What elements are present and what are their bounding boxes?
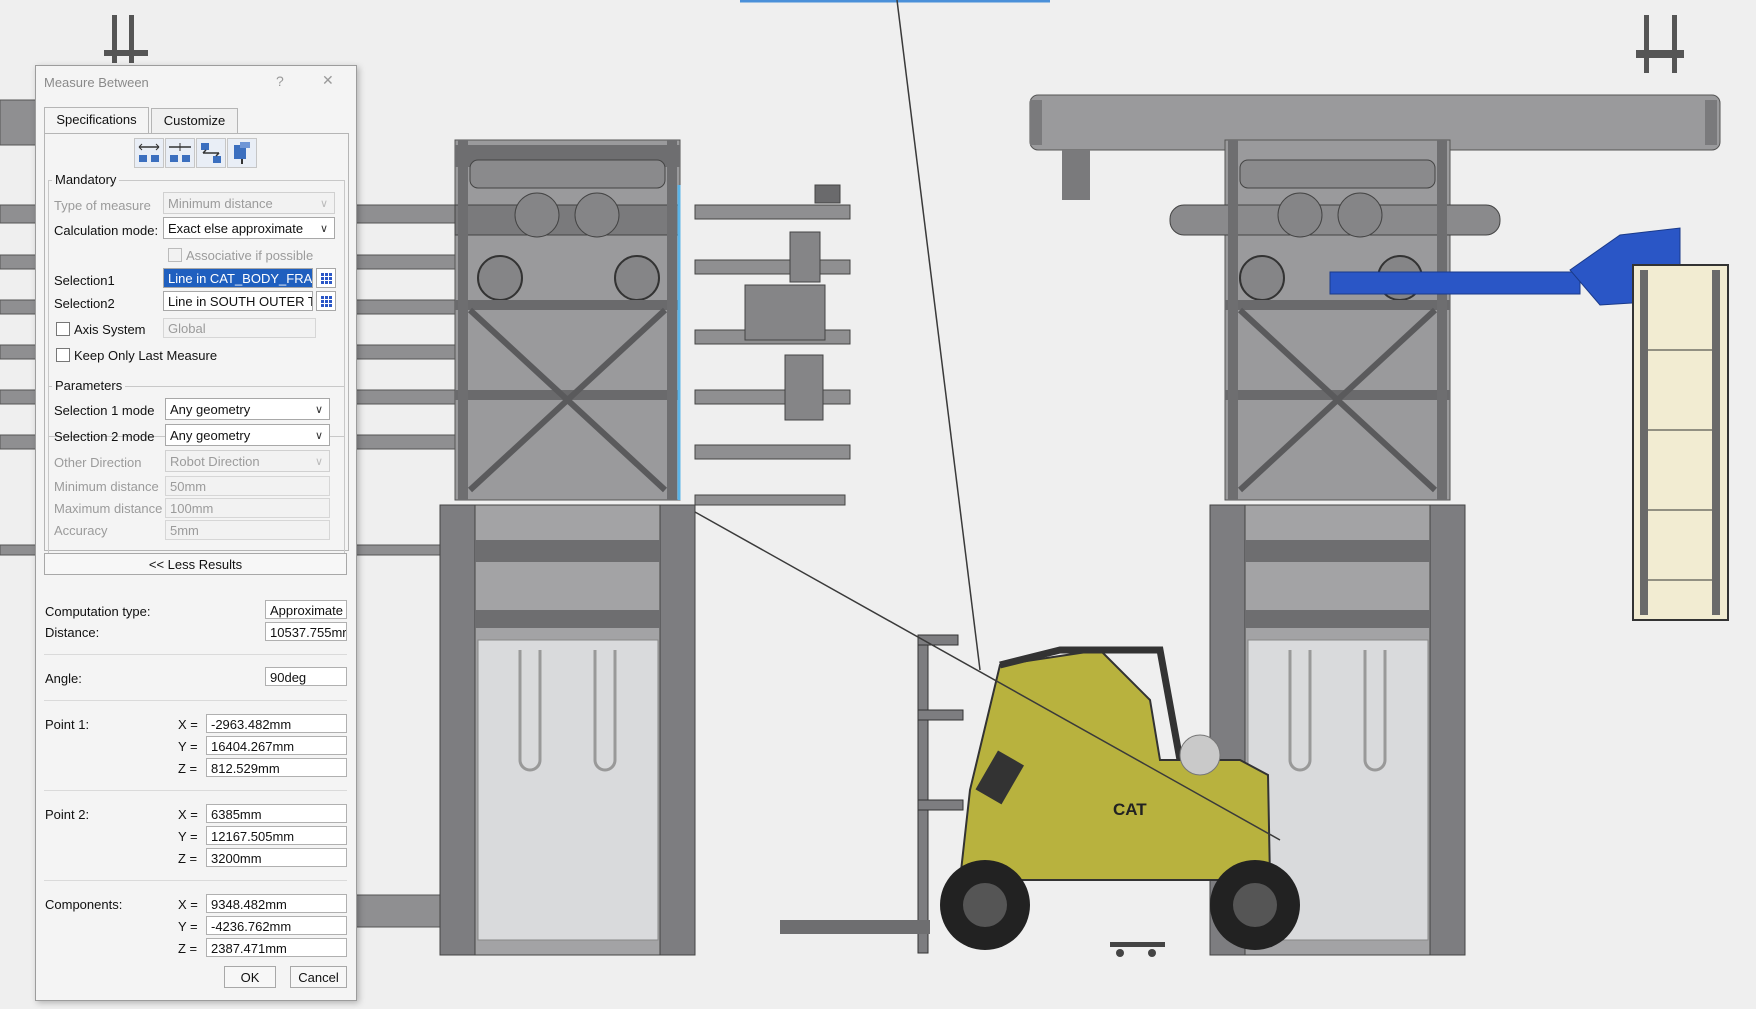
- calculation-mode-value: Exact else approximate: [168, 221, 304, 236]
- axis-system-field[interactable]: Global: [163, 318, 316, 338]
- left-tower: [439, 139, 696, 956]
- maximum-distance-field[interactable]: 100mm: [165, 498, 330, 518]
- angle-label: Angle:: [45, 671, 82, 686]
- close-button[interactable]: ✕: [322, 72, 334, 89]
- forklift-badge: CAT: [1113, 800, 1147, 819]
- chevron-down-icon: ∨: [314, 404, 323, 416]
- point2-z-label: Z =: [178, 851, 198, 866]
- selection1-label: Selection1: [54, 273, 115, 288]
- components-y-label: Y =: [178, 919, 198, 934]
- selection1-mode-label: Selection 1 mode: [54, 403, 155, 418]
- distance-value: 10537.755mr: [265, 622, 347, 641]
- type-of-measure-select[interactable]: Minimum distance ∨: [163, 192, 335, 214]
- selection2-mode-label: Selection 2 mode: [54, 429, 155, 444]
- chevron-down-icon: ∨: [319, 198, 328, 210]
- components-x-label: X =: [178, 897, 198, 912]
- keep-last-measure-checkbox[interactable]: [56, 348, 70, 362]
- point1-z-value: 812.529mm: [206, 758, 347, 777]
- selection1-mode-select[interactable]: Any geometry ∨: [165, 398, 330, 420]
- separator: [44, 790, 347, 791]
- axis-system-checkbox[interactable]: [56, 322, 70, 336]
- axis-system-label: Axis System: [74, 322, 146, 337]
- less-results-button[interactable]: << Less Results: [44, 553, 347, 575]
- accuracy-field[interactable]: 5mm: [165, 520, 330, 540]
- other-direction-select[interactable]: Robot Direction ∨: [165, 450, 330, 472]
- computation-type-label: Computation type:: [45, 604, 151, 619]
- chevron-down-icon: ∨: [314, 430, 323, 442]
- other-direction-label: Other Direction: [54, 455, 142, 470]
- tab-customize[interactable]: Customize: [151, 108, 238, 133]
- separator: [44, 654, 347, 655]
- selection2-mode-value: Any geometry: [170, 428, 251, 443]
- point2-x-label: X =: [178, 807, 198, 822]
- cancel-button[interactable]: Cancel: [290, 966, 347, 988]
- point2-label: Point 2:: [45, 807, 90, 822]
- chevron-down-icon: ∨: [319, 223, 328, 235]
- measure-between-icon[interactable]: [134, 138, 164, 168]
- point1-z-label: Z =: [178, 761, 198, 776]
- measure-item-icon[interactable]: [227, 138, 257, 168]
- help-button[interactable]: ?: [276, 73, 284, 89]
- components-y-value: -4236.762mm: [206, 916, 347, 935]
- minimum-distance-field[interactable]: 50mm: [165, 476, 330, 496]
- point1-y-value: 16404.267mm: [206, 736, 347, 755]
- components-z-value: 2387.471mm: [206, 938, 347, 957]
- point1-x-label: X =: [178, 717, 198, 732]
- selection1-picker-button[interactable]: [316, 268, 336, 288]
- point1-label: Point 1:: [45, 717, 90, 732]
- point2-z-value: 3200mm: [206, 848, 347, 867]
- angle-value: 90deg: [265, 667, 347, 686]
- components-z-label: Z =: [178, 941, 198, 956]
- ok-button[interactable]: OK: [224, 966, 276, 988]
- point2-y-value: 12167.505mm: [206, 826, 347, 845]
- selection2-picker-button[interactable]: [316, 291, 336, 311]
- maximum-distance-label: Maximum distance: [54, 501, 163, 516]
- measure-between-dialog: Measure Between ? ✕ Specifications Custo…: [35, 65, 357, 1001]
- distance-label: Distance:: [45, 625, 100, 640]
- keep-last-measure-label: Keep Only Last Measure: [74, 348, 218, 363]
- separator: [44, 700, 347, 701]
- components-label: Components:: [45, 897, 123, 912]
- point1-x-value: -2963.482mm: [206, 714, 347, 733]
- accuracy-label: Accuracy: [54, 523, 108, 538]
- associative-checkbox[interactable]: [168, 248, 182, 262]
- components-x-value: 9348.482mm: [206, 894, 347, 913]
- point1-y-label: Y =: [178, 739, 198, 754]
- type-of-measure-value: Minimum distance: [168, 196, 273, 211]
- grid-icon: [321, 296, 332, 307]
- computation-type-value: Approximate: [265, 600, 347, 619]
- grid-icon: [321, 273, 332, 284]
- type-of-measure-label: Type of measure: [54, 198, 151, 213]
- selection2-label: Selection2: [54, 296, 115, 311]
- calculation-mode-select[interactable]: Exact else approximate ∨: [163, 217, 335, 239]
- dialog-title: Measure Between: [44, 75, 149, 90]
- selection2-mode-select[interactable]: Any geometry ∨: [165, 424, 330, 446]
- associative-label: Associative if possible: [186, 248, 314, 263]
- mandatory-heading: Mandatory: [52, 172, 120, 187]
- selection1-mode-value: Any geometry: [170, 402, 251, 417]
- calculation-mode-label: Calculation mode:: [54, 223, 159, 238]
- chevron-down-icon: ∨: [314, 456, 323, 468]
- other-direction-value: Robot Direction: [170, 454, 260, 469]
- selection1-field[interactable]: Line in CAT_BODY_FRAME: [163, 268, 313, 288]
- tab-specifications[interactable]: Specifications: [44, 107, 149, 134]
- selection2-field[interactable]: Line in SOUTH OUTER TRA: [163, 291, 313, 311]
- measure-in-chain-icon[interactable]: [165, 138, 195, 168]
- parameters-heading: Parameters: [52, 378, 126, 393]
- separator: [44, 880, 347, 881]
- minimum-distance-label: Minimum distance: [54, 479, 159, 494]
- point2-y-label: Y =: [178, 829, 198, 844]
- point2-x-value: 6385mm: [206, 804, 347, 823]
- measure-fan-icon[interactable]: [196, 138, 226, 168]
